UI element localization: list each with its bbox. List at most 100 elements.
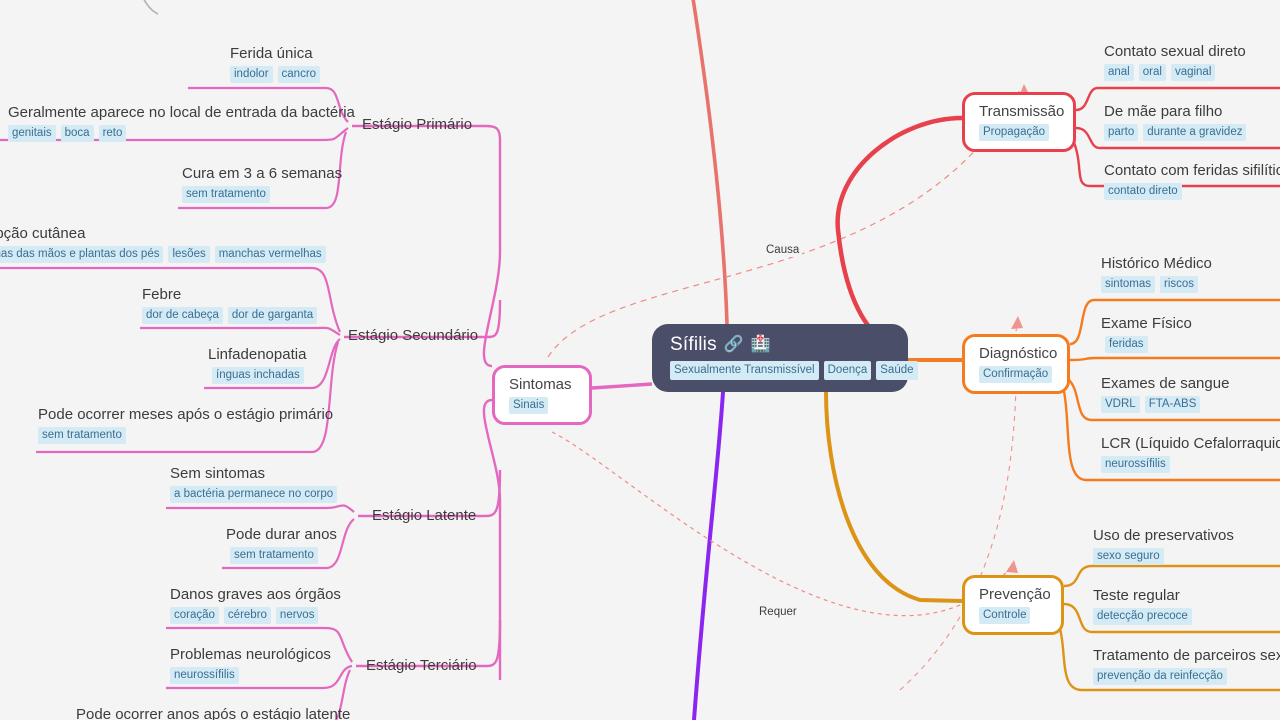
relation-label-causa: Causa [763, 243, 803, 257]
stage-label-primario[interactable]: Estágio Primário [362, 115, 472, 134]
leaf-tag: ínguas inchadas [212, 367, 304, 384]
leaf-text: LCR (Líquido Cefalorraquidiano) [1101, 435, 1280, 452]
leaf-tag-list: sexo seguro [1093, 548, 1234, 565]
relation-label-requer: Requer [756, 605, 800, 619]
leaf-exames-de-sangue[interactable]: Exames de sangue VDRL FTA-ABS [1101, 374, 1229, 413]
leaf-tag: palmas das mãos e plantas dos pés [0, 246, 164, 263]
leaf-text: Uso de preservativos [1093, 527, 1234, 544]
leaf-tag: prevenção da reinfecção [1093, 668, 1227, 685]
leaf-febre[interactable]: Febre dor de cabeça dor de garganta [142, 285, 318, 324]
leaf-text: Pode ocorrer meses após o estágio primár… [38, 406, 334, 423]
leaf-tag-list: parto durante a gravidez [1104, 124, 1247, 141]
leaf-tag: dor de cabeça [142, 307, 223, 324]
leaf-tag: detecção precoce [1093, 608, 1192, 625]
leaf-historico-medico[interactable]: Histórico Médico sintomas riscos [1101, 254, 1212, 293]
leaf-tag-list: contato direto [1104, 183, 1280, 200]
leaf-text: Pode ocorrer anos após o estágio latente [76, 706, 351, 720]
leaf-tag: cérebro [223, 607, 271, 624]
leaf-uso-de-preservativos[interactable]: Uso de preservativos sexo seguro [1093, 526, 1234, 565]
branch-label-diagnostico: Diagnóstico [979, 345, 1058, 362]
leaf-text: Exame Físico [1101, 315, 1192, 332]
branch-node-transmissao[interactable]: Transmissão Propagação [962, 92, 1076, 152]
leaf-tag: nervos [275, 607, 319, 624]
leaf-text: Sem sintomas [170, 465, 266, 482]
leaf-pode-durar-anos[interactable]: Pode durar anos sem tratamento [226, 525, 337, 564]
leaf-problemas-neurologicos[interactable]: Problemas neurológicos neurossífilis [170, 645, 331, 684]
leaf-ferida-unica[interactable]: Ferida única indolor cancro [230, 44, 321, 83]
leaf-text: Geralmente aparece no local de entrada d… [8, 104, 355, 121]
leaf-meses-apos-primario[interactable]: Pode ocorrer meses após o estágio primár… [38, 405, 333, 444]
leaf-tag-list: VDRL FTA-ABS [1101, 396, 1229, 413]
leaf-tag-list: detecção precoce [1093, 608, 1192, 625]
link-salmon [691, 0, 729, 326]
leaf-tag-list: sem tratamento [230, 547, 337, 564]
hospital-icon: 🏥 [750, 335, 772, 353]
branch-label-sintomas: Sintomas [509, 376, 572, 393]
relation-requer [551, 431, 1013, 617]
branch-node-diagnostico[interactable]: Diagnóstico Confirmação [962, 334, 1070, 394]
leaf-tag: genitais [8, 125, 56, 142]
leaf-tag-list: a bactéria permanece no corpo [170, 486, 338, 503]
leaf-linfadenopatia[interactable]: Linfadenopatia ínguas inchadas [208, 345, 306, 384]
leaf-exame-fisico[interactable]: Exame Físico feridas [1101, 314, 1192, 353]
leaf-tag: neurossífilis [1101, 456, 1170, 473]
leaf-lcr[interactable]: LCR (Líquido Cefalorraquidiano) neurossí… [1101, 434, 1280, 473]
stage-label-latente[interactable]: Estágio Latente [372, 506, 476, 525]
leaf-sem-sintomas[interactable]: Sem sintomas a bactéria permanece no cor… [170, 464, 338, 503]
leaf-erupcao-cutanea[interactable]: Erupção cutânea palmas das mãos e planta… [0, 224, 326, 263]
leaf-tag-list: indolor cancro [230, 66, 321, 83]
leaf-tag: feridas [1105, 336, 1148, 353]
leaf-tag: sem tratamento [230, 547, 318, 564]
branch-tag-diagnostico: Confirmação [979, 366, 1053, 383]
leaf-tag: manchas vermelhas [214, 246, 326, 263]
branch-label-prevencao: Prevenção [979, 586, 1051, 603]
leaf-text: Teste regular [1093, 587, 1180, 604]
branch-node-sintomas[interactable]: Sintomas Sinais [492, 365, 592, 425]
central-title-row: Sífilis 🔗 🏥 [670, 333, 908, 356]
leaf-tratamento-parceiros[interactable]: Tratamento de parceiros sexuais prevençã… [1093, 646, 1280, 685]
leaf-tag-list: neurossífilis [170, 667, 331, 684]
leaf-text: Febre [142, 286, 182, 303]
leaf-text: Erupção cutânea [0, 225, 86, 242]
leaf-cura-3-a-6-semanas[interactable]: Cura em 3 a 6 semanas sem tratamento [182, 164, 342, 203]
leaf-tag: a bactéria permanece no corpo [170, 486, 338, 503]
leaf-text: Contato com feridas sifilíticas [1104, 162, 1280, 179]
leaf-tag-list: prevenção da reinfecção [1093, 668, 1280, 685]
link-icon: 🔗 [723, 335, 744, 353]
leaf-de-mae-para-filho[interactable]: De mãe para filho parto durante a gravid… [1104, 102, 1247, 141]
leaf-local-de-entrada[interactable]: Geralmente aparece no local de entrada d… [8, 103, 355, 142]
leaf-text: Exames de sangue [1101, 375, 1230, 392]
leaf-anos-apos-latente[interactable]: Pode ocorrer anos após o estágio latente [76, 705, 350, 720]
stage-label-secundario[interactable]: Estágio Secundário [348, 326, 478, 345]
leaf-tag-list: ínguas inchadas [212, 367, 306, 384]
leaf-tag: coração [170, 607, 219, 624]
leaf-tag-list: sem tratamento [38, 427, 333, 444]
leaf-tag: indolor [230, 66, 273, 83]
leaf-text: Ferida única [230, 45, 313, 62]
leaf-tag-list: sem tratamento [182, 186, 342, 203]
leaf-tag-list: sintomas riscos [1101, 276, 1212, 293]
leaf-tag-list: neurossífilis [1101, 456, 1280, 473]
leaf-tag: sem tratamento [38, 427, 126, 444]
leaf-tag: cancro [277, 66, 321, 83]
leaf-tag-list: palmas das mãos e plantas dos pés lesões… [0, 246, 326, 263]
leaf-tag: sintomas [1101, 276, 1156, 293]
leaf-text: Tratamento de parceiros sexuais [1093, 647, 1280, 664]
leaf-text: Contato sexual direto [1104, 43, 1246, 60]
central-tag-list: Sexualmente Transmissível Doença Saúde [670, 361, 918, 380]
leaf-tag: boca [60, 125, 94, 142]
leaf-teste-regular[interactable]: Teste regular detecção precoce [1093, 586, 1192, 625]
leaf-tag: riscos [1160, 276, 1199, 293]
stage-label-terciario[interactable]: Estágio Terciário [366, 656, 477, 675]
leaf-text: Problemas neurológicos [170, 646, 331, 663]
branch-tag-prevencao: Controle [979, 607, 1031, 624]
leaf-tag: contato direto [1104, 183, 1182, 200]
branch-node-prevencao[interactable]: Prevenção Controle [962, 575, 1064, 635]
leaf-tag-list: dor de cabeça dor de garganta [142, 307, 318, 324]
leaf-tag: parto [1104, 124, 1139, 141]
leaf-contato-com-feridas[interactable]: Contato com feridas sifilíticas contato … [1104, 161, 1280, 200]
branch-tag-sintomas: Sinais [509, 397, 549, 414]
leaf-danos-graves-orgaos[interactable]: Danos graves aos órgãos coração cérebro … [170, 585, 341, 624]
leaf-contato-sexual-direto[interactable]: Contato sexual direto anal oral vaginal [1104, 42, 1246, 81]
central-node[interactable]: Sífilis 🔗 🏥 Sexualmente Transmissível Do… [652, 324, 918, 392]
